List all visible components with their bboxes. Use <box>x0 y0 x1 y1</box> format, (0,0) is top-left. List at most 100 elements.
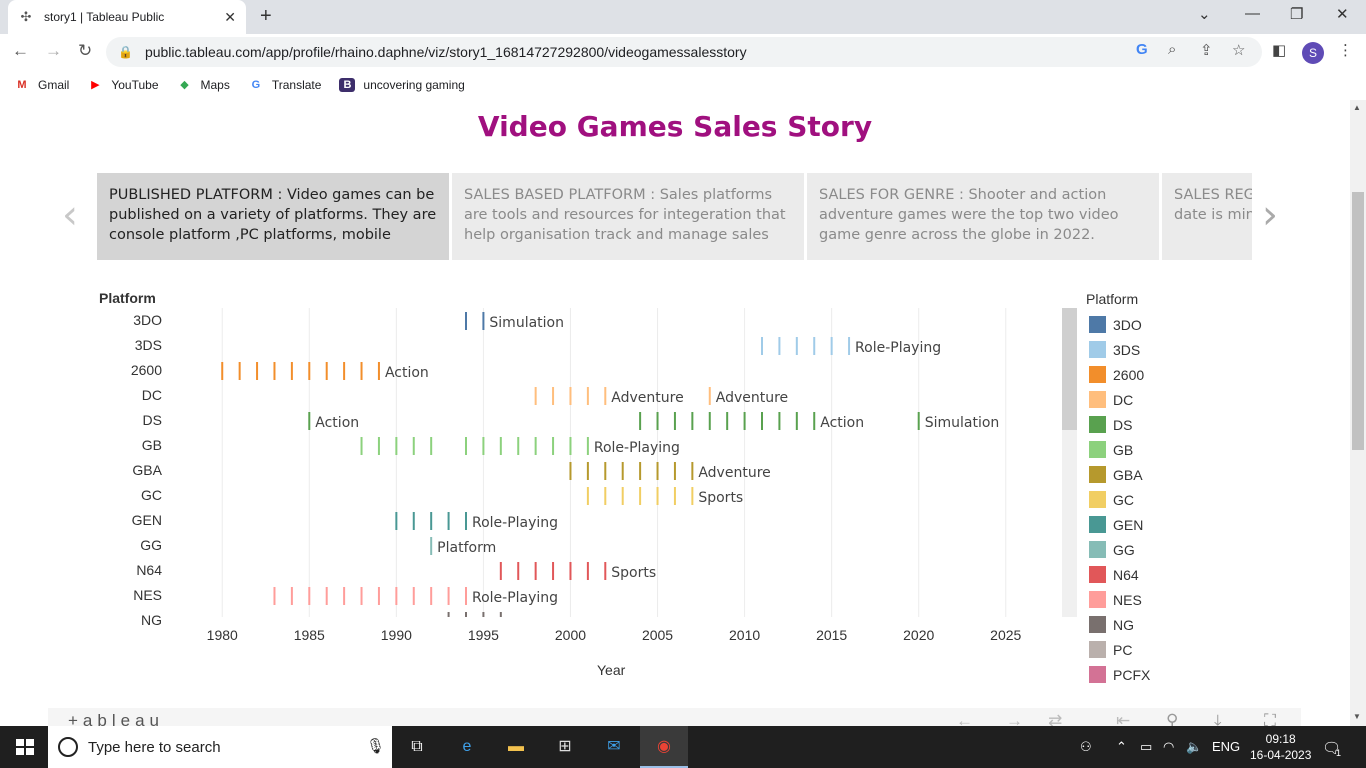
legend-item[interactable]: PCFX <box>1089 666 1150 683</box>
side-panel-icon[interactable]: ◧ <box>1272 41 1286 59</box>
revert-all-icon[interactable]: ⇤ <box>1116 711 1130 726</box>
page-scroll-thumb[interactable] <box>1352 192 1364 450</box>
legend-swatch <box>1089 341 1106 358</box>
legend-item[interactable]: NES <box>1089 591 1142 608</box>
legend-label: GBA <box>1113 466 1143 483</box>
mail-icon[interactable]: ✉ <box>601 735 627 759</box>
zoom-icon[interactable]: ⌕ <box>1168 41 1176 58</box>
tableau-logo[interactable]: +ableau <box>68 711 164 726</box>
x-axis-title: Year <box>597 662 626 678</box>
forward-button[interactable]: → <box>45 41 62 61</box>
legend-item[interactable]: 3DS <box>1089 341 1140 358</box>
bookmark-item[interactable]: M Gmail <box>14 78 69 92</box>
minimize-button[interactable]: — <box>1245 5 1260 22</box>
legend-label: DS <box>1113 416 1133 433</box>
story-title: Video Games Sales Story <box>477 110 873 143</box>
browser-tab-active[interactable]: ✣ story1 | Tableau Public ✕ <box>8 0 246 34</box>
story-point-4[interactable]: SALES REGION : The best selling game to … <box>1162 173 1252 260</box>
y-axis-label: DS <box>142 412 162 428</box>
maps-icon: ◆ <box>180 79 189 91</box>
back-button[interactable]: ← <box>12 41 29 61</box>
legend-item[interactable]: PC <box>1089 641 1132 658</box>
restore-button[interactable]: ❐ <box>1290 5 1303 23</box>
volume-icon[interactable]: 🔈 <box>1186 739 1202 755</box>
chart-vertical-scrollbar[interactable] <box>1062 308 1077 617</box>
close-window-button[interactable]: ✕ <box>1336 5 1349 23</box>
legend-item[interactable]: GG <box>1089 541 1135 558</box>
story-point-3[interactable]: SALES FOR GENRE : Shooter and action adv… <box>807 173 1159 260</box>
legend-label: 3DO <box>1113 316 1142 333</box>
bookmark-item[interactable]: ▶ YouTube <box>87 78 158 92</box>
y-axis-label: GC <box>141 487 162 503</box>
bookmark-item[interactable]: G Translate <box>248 78 322 92</box>
story-point-1[interactable]: PUBLISHED PLATFORM : Video games can be … <box>97 173 449 260</box>
y-axis-title: Platform <box>99 290 156 306</box>
language-indicator[interactable]: ENG <box>1212 739 1240 754</box>
legend-swatch <box>1089 366 1106 383</box>
redo-icon[interactable]: → <box>1006 711 1023 726</box>
legend-item[interactable]: DS <box>1089 416 1132 433</box>
page-scrollbar[interactable]: ▲ ▼ <box>1350 100 1366 726</box>
bookmark-item[interactable]: Buncovering gaming <box>339 78 465 92</box>
share-icon[interactable]: ⇪ <box>1200 41 1213 59</box>
y-axis-label: GB <box>141 437 162 453</box>
bookmark-label: YouTube <box>111 78 159 92</box>
microsoft-store-icon[interactable]: ⊞ <box>552 735 578 759</box>
close-tab-icon[interactable]: ✕ <box>224 9 236 26</box>
legend-item[interactable]: 3DO <box>1089 316 1142 333</box>
edge-icon[interactable]: e <box>454 735 480 759</box>
hidden-icons-chevron-icon[interactable]: ⌃ <box>1116 739 1127 755</box>
legend-item[interactable]: NG <box>1089 616 1134 633</box>
legend-item[interactable]: GB <box>1089 441 1133 458</box>
bookmark-item[interactable]: ◆ Maps <box>177 78 230 92</box>
fullscreen-icon[interactable]: ⛶ <box>1264 711 1276 726</box>
bookmark-star-icon[interactable]: ☆ <box>1232 41 1245 59</box>
taskbar-search-box[interactable]: Type here to search 🎙 <box>48 726 392 768</box>
legend-item[interactable]: GBA <box>1089 466 1143 483</box>
youtube-icon: ▶ <box>91 79 100 91</box>
address-bar[interactable]: 🔒 public.tableau.com/app/profile/rhaino.… <box>106 37 1262 67</box>
story-prev-arrow-icon[interactable]: ‹ <box>62 192 78 238</box>
genre-data-label: Action <box>315 415 359 431</box>
task-view-icon[interactable]: ⧉ <box>404 735 430 759</box>
share-viz-icon[interactable]: ⚲ <box>1166 711 1178 726</box>
x-tick-label: 1990 <box>380 627 412 643</box>
legend-item[interactable]: N64 <box>1089 566 1139 583</box>
download-icon[interactable]: ⤓ <box>1214 711 1222 726</box>
y-axis-label: 3DS <box>134 337 162 353</box>
story-point-2[interactable]: SALES BASED PLATFORM : Sales platforms a… <box>452 173 804 260</box>
chrome-taskbar-button[interactable]: ◉ <box>640 726 688 768</box>
genre-data-label: Simulation <box>925 415 1000 431</box>
legend-item[interactable]: 2600 <box>1089 366 1144 383</box>
scroll-up-icon[interactable]: ▲ <box>1353 103 1361 112</box>
revert-icon[interactable]: ⇄ <box>1048 711 1062 726</box>
people-icon[interactable]: ⚇ <box>1080 739 1092 755</box>
legend-item[interactable]: GC <box>1089 491 1134 508</box>
legend-label: NG <box>1113 616 1134 633</box>
legend-item[interactable]: GEN <box>1089 516 1143 533</box>
legend-swatch <box>1089 591 1106 608</box>
wifi-icon[interactable]: ◠ <box>1163 739 1174 755</box>
scroll-down-icon[interactable]: ▼ <box>1353 712 1361 721</box>
file-explorer-icon[interactable]: ▬ <box>503 735 529 759</box>
gantt-plot-area[interactable]: Simulation Role-Playing Action Adventure Adv… <box>170 308 1058 617</box>
story-next-arrow-icon[interactable]: › <box>1262 192 1278 238</box>
system-clock[interactable]: 09:18 16-04-2023 <box>1250 731 1311 763</box>
undo-icon[interactable]: ← <box>956 711 973 726</box>
legend-label: GB <box>1113 441 1134 458</box>
legend-item[interactable]: DC <box>1089 391 1133 408</box>
tab-search-chevron-icon[interactable]: ⌄ <box>1198 5 1211 23</box>
tab-title: story1 | Tableau Public <box>44 10 165 24</box>
battery-icon[interactable]: ▭ <box>1140 739 1152 755</box>
google-lens-icon[interactable]: G <box>1136 41 1148 58</box>
reload-button[interactable]: ↻ <box>78 41 92 61</box>
windows-start-icon[interactable] <box>16 739 34 755</box>
chart-scroll-thumb[interactable] <box>1062 308 1077 430</box>
profile-avatar[interactable]: S <box>1302 42 1324 64</box>
x-tick-label: 2020 <box>903 627 935 643</box>
legend-label: GC <box>1113 491 1134 508</box>
browser-menu-icon[interactable]: ⋮ <box>1338 41 1353 59</box>
legend-swatch <box>1089 566 1106 583</box>
new-tab-button[interactable]: + <box>260 5 272 28</box>
microphone-icon[interactable]: 🎙 <box>366 737 385 755</box>
